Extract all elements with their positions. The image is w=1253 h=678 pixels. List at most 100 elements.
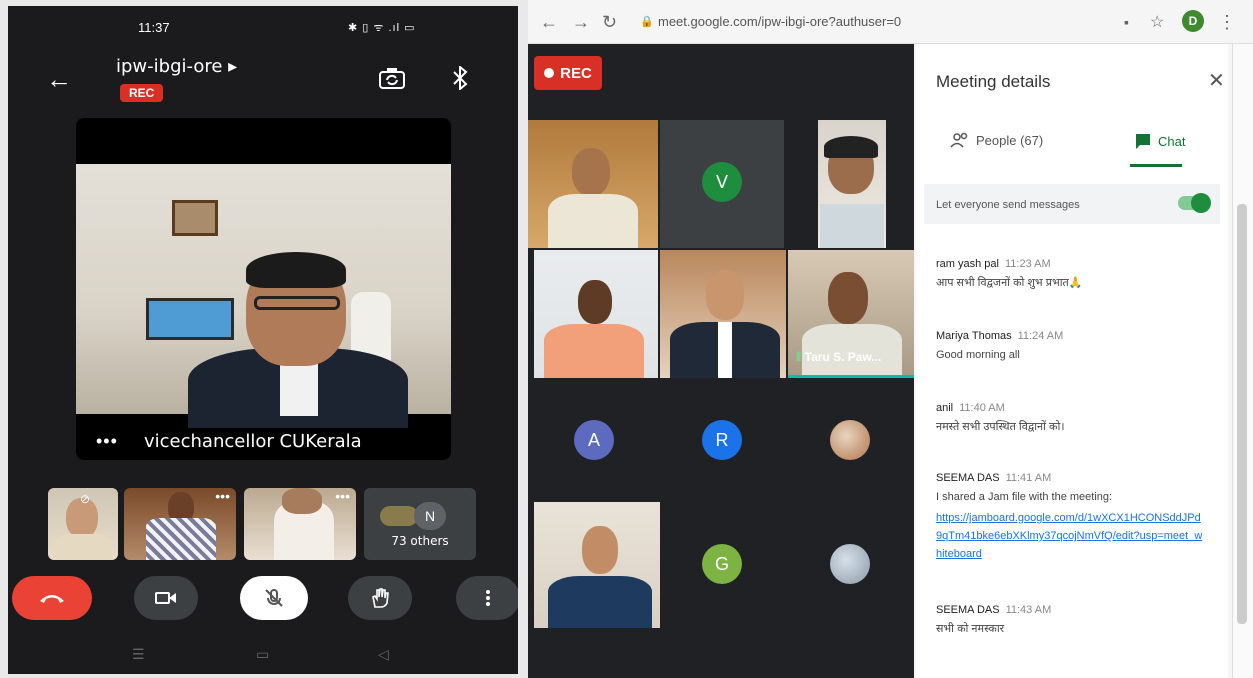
meeting-code[interactable]: ipw-ibgi-ore ▸ <box>116 56 237 77</box>
participant-tile[interactable] <box>786 380 914 504</box>
chat-message: ram yash pal 11:23 AM आप सभी विद्वजनों को… <box>936 258 1206 291</box>
message-time: 11:24 AM <box>1017 330 1064 342</box>
participant-thumb[interactable]: ••• <box>124 488 236 560</box>
others-tile[interactable]: N 73 others <box>364 488 476 560</box>
bluetooth-icon[interactable] <box>444 62 476 94</box>
back-arrow-icon[interactable]: ← <box>540 12 558 33</box>
chat-message: SEEMA DAS 11:43 AM सभी को नमस्कार <box>936 604 1206 637</box>
participant-tile[interactable]: V <box>660 120 784 248</box>
scrollbar-thumb[interactable] <box>1237 204 1247 624</box>
avatar: V <box>702 162 742 202</box>
participant-tile[interactable] <box>660 250 786 378</box>
message-sender: anil <box>936 402 954 414</box>
chat-message: anil 11:40 AM नमस्ते सभी उपस्थित विद्वानो… <box>936 402 1206 435</box>
message-time: 11:40 AM <box>959 402 1005 414</box>
participant-name: ⦀ Taru S. Paw... <box>796 350 882 364</box>
address-bar[interactable]: 🔒 meet.google.com/ipw-ibgi-ore?authuser=… <box>634 8 1114 36</box>
avatar <box>830 420 870 460</box>
participant-tile[interactable] <box>534 502 662 628</box>
call-controls <box>8 572 518 624</box>
meet-video-grid: REC V ⦀ Taru S. Paw... A R G <box>528 44 914 678</box>
back-arrow-icon[interactable]: ← <box>46 64 72 95</box>
scrollbar[interactable] <box>1232 44 1253 678</box>
more-options-button[interactable] <box>456 576 518 620</box>
browser-toolbar: ← → ↻ 🔒 meet.google.com/ipw-ibgi-ore?aut… <box>528 0 1253 44</box>
browser-window: ← → ↻ 🔒 meet.google.com/ipw-ibgi-ore?aut… <box>528 0 1253 678</box>
star-bookmark-icon[interactable]: ☆ <box>1150 12 1164 32</box>
end-call-button[interactable] <box>12 576 92 620</box>
panel-title: Meeting details <box>936 72 1051 91</box>
avatar: R <box>702 420 742 460</box>
chat-message: SEEMA DAS 11:41 AM I shared a Jam file wi… <box>936 472 1206 563</box>
phone-meet-app: 11:37 ✱ ▯ ᯤ .ıl ▭ ← ipw-ibgi-ore ▸ REC •… <box>8 6 518 674</box>
mic-toggle-button[interactable] <box>240 576 308 620</box>
switch-camera-icon[interactable] <box>376 62 408 94</box>
mic-off-icon <box>265 589 283 607</box>
home-icon[interactable]: ▭ <box>256 646 269 663</box>
jamboard-link[interactable]: https://jamboard.google.com/d/1wXCX1HCON… <box>936 509 1206 563</box>
participant-thumb[interactable]: ••• <box>244 488 356 560</box>
chat-icon <box>1136 134 1150 149</box>
meeting-header: ← ipw-ibgi-ore ▸ REC <box>8 54 518 114</box>
lock-icon: 🔒 <box>640 16 654 28</box>
tab-people-label: People (67) <box>976 132 1044 148</box>
chat-message: Mariya Thomas 11:24 AM Good morning all <box>936 330 1206 363</box>
participant-tile[interactable]: R <box>660 380 786 504</box>
chat-permission-row: Let everyone send messages <box>924 184 1220 224</box>
participant-tile[interactable] <box>528 120 658 248</box>
participant-tile[interactable]: ⦀ Taru S. Paw... <box>788 250 914 378</box>
speaker-video-feed <box>76 164 451 428</box>
recording-indicator[interactable]: REC <box>534 56 602 90</box>
recents-icon[interactable]: ☰ <box>132 646 145 663</box>
main-speaker-video[interactable]: ••• vicechancellor CUKerala <box>76 118 451 460</box>
avatar <box>830 544 870 584</box>
tab-people[interactable]: People (67) <box>950 132 1043 148</box>
reload-icon[interactable]: ↻ <box>602 12 617 33</box>
recording-badge: REC <box>120 84 164 102</box>
status-icons: ✱ ▯ ᯤ .ıl ▭ <box>348 22 416 34</box>
camera-toggle-button[interactable] <box>134 576 198 620</box>
hand-icon <box>372 588 389 608</box>
url-text: meet.google.com/ipw-ibgi-ore?authuser=0 <box>658 14 902 29</box>
message-sender: Mariya Thomas <box>936 330 1012 342</box>
status-time: 11:37 <box>138 20 170 35</box>
message-sender: ram yash pal <box>936 258 999 270</box>
rec-label: REC <box>560 64 592 82</box>
speaking-indicator-icon: ⦀ <box>796 350 802 364</box>
toggle-label: Let everyone send messages <box>936 199 1080 211</box>
tab-chat-label: Chat <box>1158 133 1186 149</box>
record-dot-icon <box>544 68 555 78</box>
forward-arrow-icon[interactable]: → <box>572 12 590 33</box>
avatar: G <box>702 544 742 584</box>
mic-off-icon: ⊘ <box>79 492 90 506</box>
participant-tile[interactable]: A <box>528 380 660 504</box>
message-sender: SEEMA DAS <box>936 604 1000 616</box>
participant-thumb[interactable]: ⊘ <box>48 488 118 560</box>
message-text: सभी को नमस्कार <box>936 623 1005 635</box>
participant-tile[interactable] <box>818 120 886 248</box>
people-icon <box>950 132 968 148</box>
raise-hand-button[interactable] <box>348 576 412 620</box>
speaker-figure <box>188 252 408 428</box>
video-camera-icon <box>155 592 176 604</box>
active-tab-indicator <box>1130 164 1182 167</box>
send-messages-toggle[interactable] <box>1178 193 1211 213</box>
avatar <box>380 506 418 526</box>
participant-tile[interactable] <box>786 502 914 628</box>
more-options-icon[interactable]: ••• <box>335 488 350 504</box>
more-options-icon[interactable]: ••• <box>215 488 230 504</box>
cast-icon[interactable]: ▪ <box>1124 14 1129 30</box>
more-options-icon[interactable]: ••• <box>96 431 118 452</box>
tab-chat[interactable]: Chat <box>1134 132 1185 150</box>
participant-tile[interactable] <box>534 250 658 378</box>
meeting-details-panel: Meeting details ✕ People (67) Chat Let e… <box>916 44 1228 678</box>
wall-portrait <box>172 200 218 236</box>
back-icon[interactable]: ◁ <box>378 646 389 663</box>
profile-avatar[interactable]: D <box>1182 10 1204 32</box>
menu-dots-icon[interactable]: ⋮ <box>1218 12 1236 33</box>
close-icon[interactable]: ✕ <box>1208 68 1225 93</box>
message-time: 11:41 AM <box>1005 472 1052 484</box>
message-text: Good morning all <box>936 349 1020 361</box>
participant-tile[interactable]: G <box>660 502 786 628</box>
speaker-name: vicechancellor CUKerala <box>144 431 362 452</box>
